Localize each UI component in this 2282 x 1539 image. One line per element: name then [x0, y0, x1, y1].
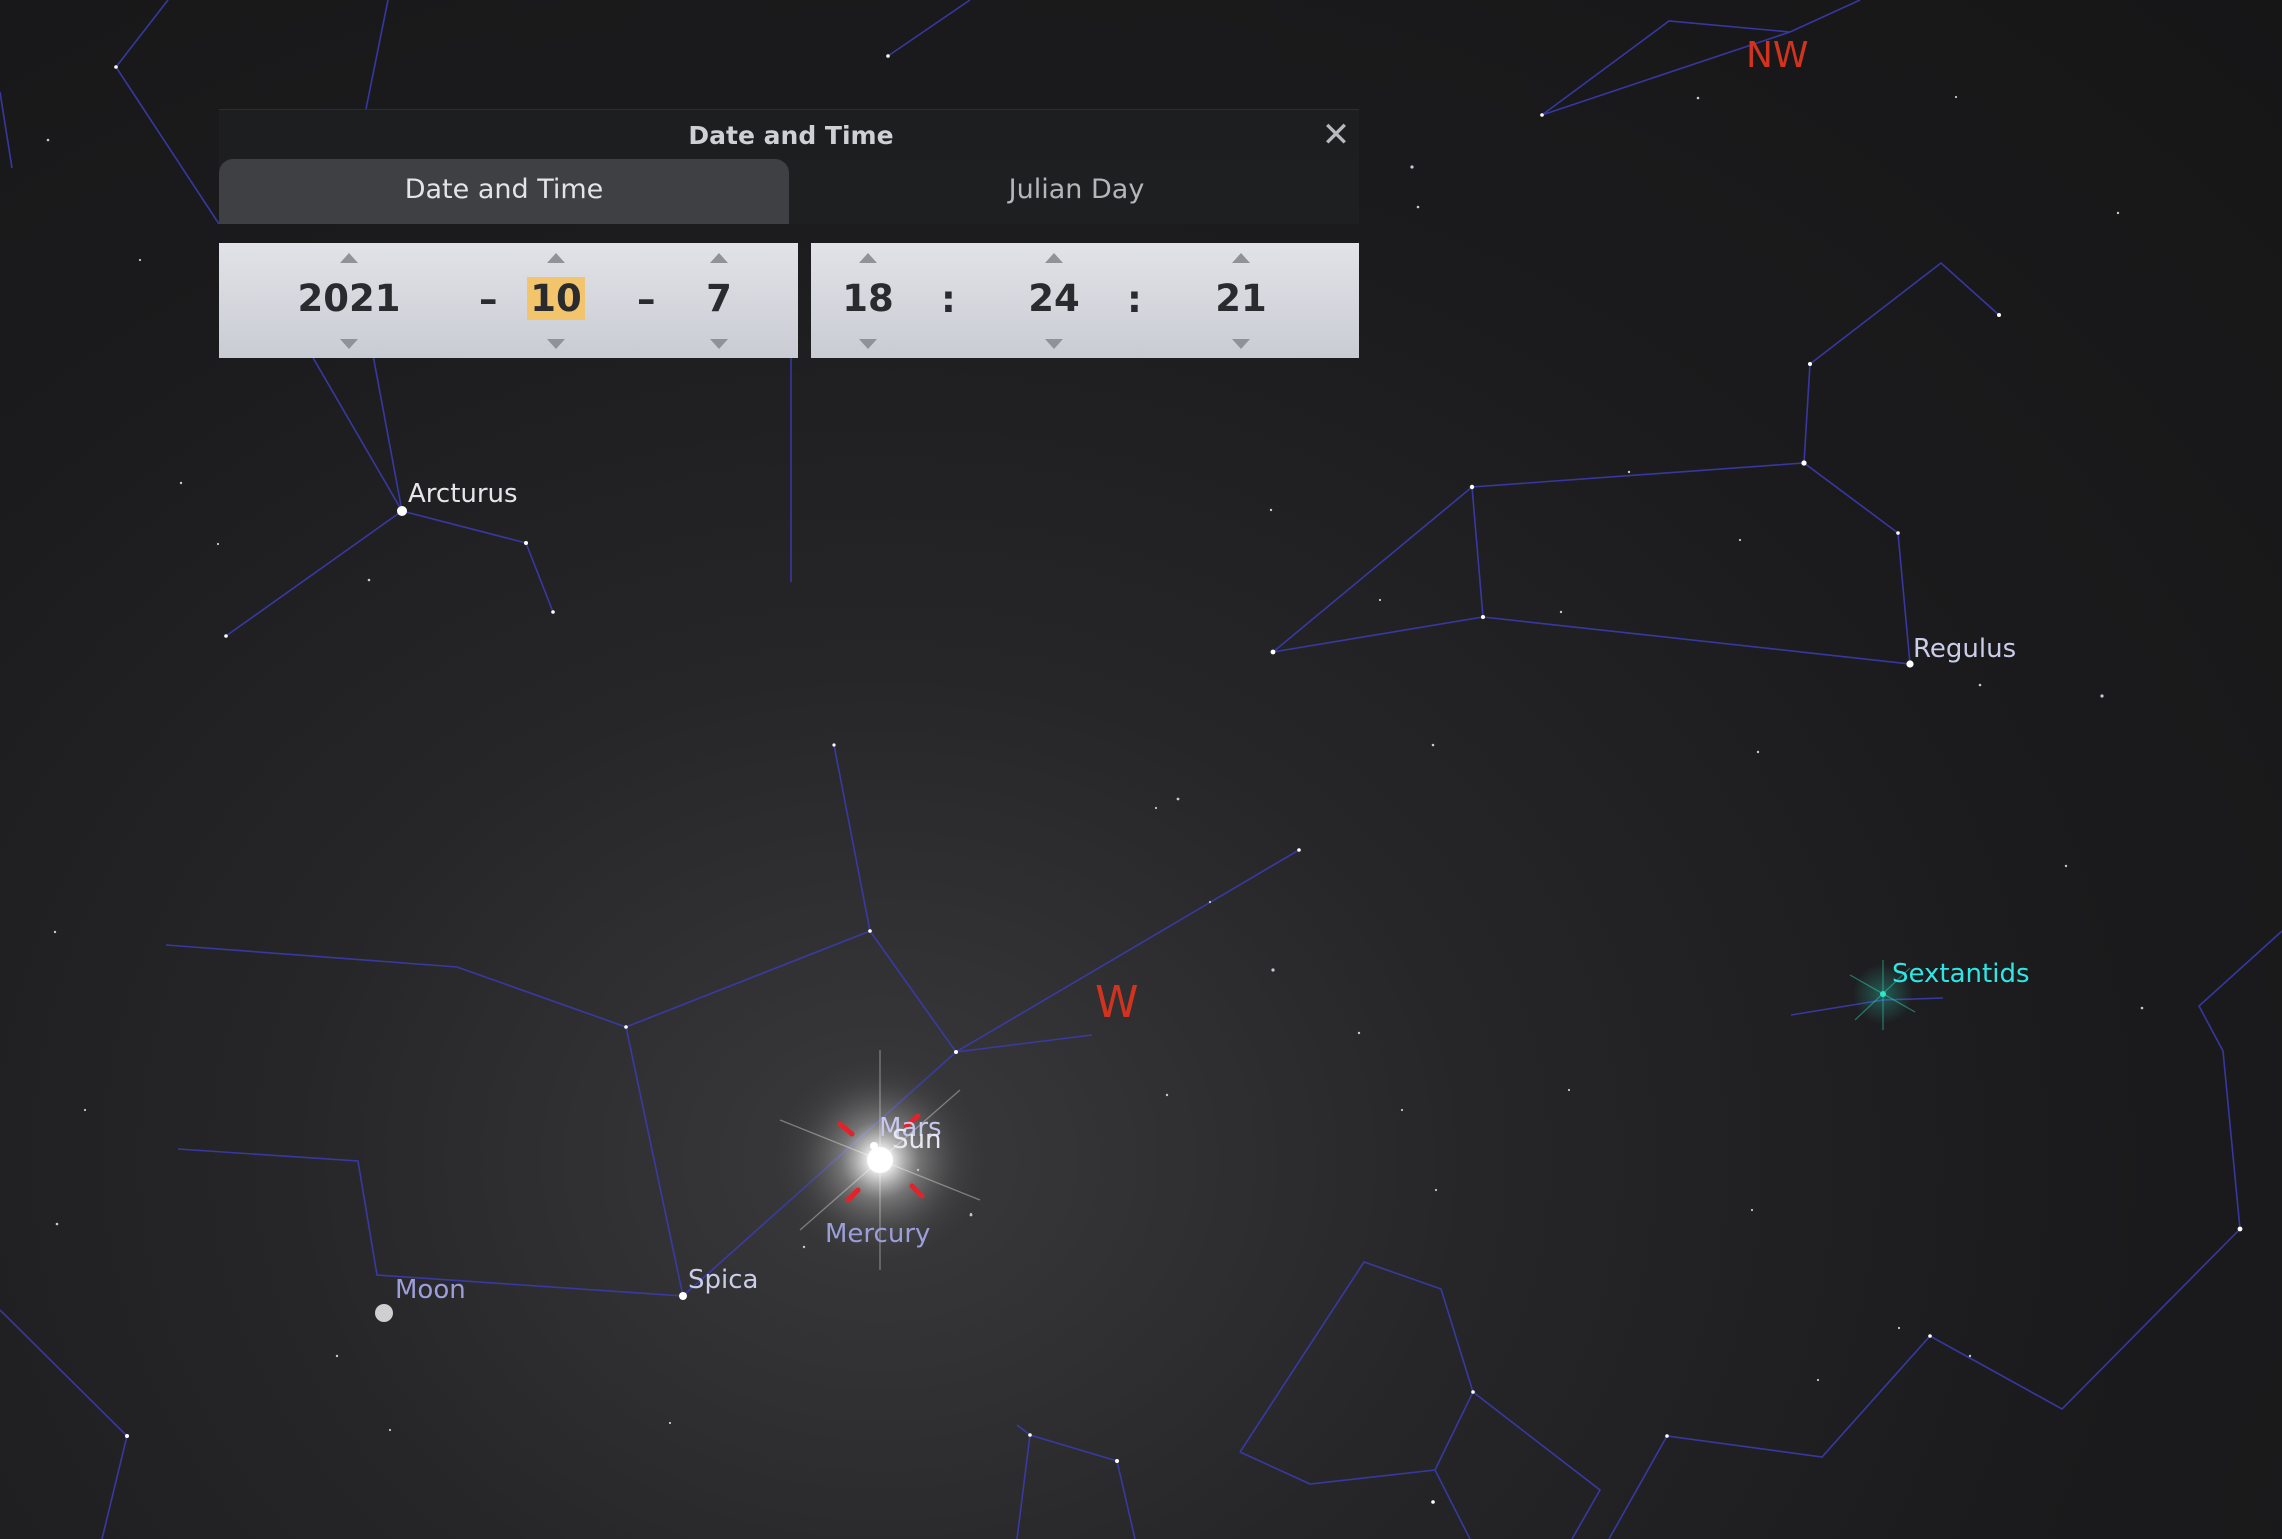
month-value[interactable]: 10: [527, 277, 585, 320]
hour-down-arrow-icon[interactable]: [859, 339, 877, 349]
day-up-arrow-icon[interactable]: [710, 253, 728, 263]
second-down-arrow-icon[interactable]: [1232, 339, 1250, 349]
time-panel: 18 : 24 : 21: [811, 243, 1359, 358]
tab-julian-day[interactable]: Julian Day: [794, 159, 1359, 224]
dialog-titlebar[interactable]: Date and Time ✕: [219, 109, 1359, 160]
dialog-title: Date and Time: [688, 121, 894, 150]
mars-dot[interactable]: [870, 1142, 878, 1150]
hour-spinbox[interactable]: 18: [841, 243, 895, 358]
planet-label-mercury[interactable]: Mercury: [825, 1219, 930, 1249]
minute-down-arrow-icon[interactable]: [1045, 339, 1063, 349]
month-spinbox[interactable]: 10: [526, 243, 586, 358]
month-down-arrow-icon[interactable]: [547, 339, 565, 349]
cardinal-nw: NW: [1746, 35, 1809, 76]
second-spinbox[interactable]: 21: [1213, 243, 1269, 358]
tab-date-and-time[interactable]: Date and Time: [219, 159, 789, 224]
year-up-arrow-icon[interactable]: [340, 253, 358, 263]
hour-value[interactable]: 18: [841, 277, 895, 321]
close-icon[interactable]: ✕: [1319, 118, 1353, 152]
second-up-arrow-icon[interactable]: [1232, 253, 1250, 263]
month-up-arrow-icon[interactable]: [547, 253, 565, 263]
meteor-label-sextantids[interactable]: Sextantids: [1892, 959, 2030, 989]
cardinal-w: W: [1095, 977, 1139, 1028]
date-separator: –: [637, 278, 656, 321]
time-separator: :: [941, 278, 956, 321]
year-spinbox[interactable]: 2021: [279, 243, 419, 358]
time-separator: :: [1127, 278, 1142, 321]
planet-label-sun[interactable]: Sun: [892, 1125, 941, 1155]
day-spinbox[interactable]: 7: [689, 243, 749, 358]
year-down-arrow-icon[interactable]: [340, 339, 358, 349]
star-label-arcturus[interactable]: Arcturus: [408, 479, 518, 509]
month-field[interactable]: 10: [526, 277, 586, 321]
star-label-regulus[interactable]: Regulus: [1913, 634, 2016, 664]
tab-bar: Date and Time Julian Day: [219, 159, 1359, 224]
second-value[interactable]: 21: [1213, 277, 1269, 321]
minute-value[interactable]: 24: [1026, 277, 1082, 321]
date-panel: 2021 – 10 – 7: [219, 243, 798, 358]
day-down-arrow-icon[interactable]: [710, 339, 728, 349]
day-value[interactable]: 7: [689, 277, 749, 321]
hour-up-arrow-icon[interactable]: [859, 253, 877, 263]
date-time-dialog: Date and Time ✕ Date and Time Julian Day…: [219, 109, 1359, 358]
minute-spinbox[interactable]: 24: [1026, 243, 1082, 358]
date-separator: –: [479, 278, 498, 321]
moon-disc[interactable]: [375, 1304, 393, 1322]
star-label-spica[interactable]: Spica: [688, 1265, 758, 1295]
planet-label-moon[interactable]: Moon: [395, 1275, 466, 1305]
minute-up-arrow-icon[interactable]: [1045, 253, 1063, 263]
year-value[interactable]: 2021: [279, 277, 419, 321]
